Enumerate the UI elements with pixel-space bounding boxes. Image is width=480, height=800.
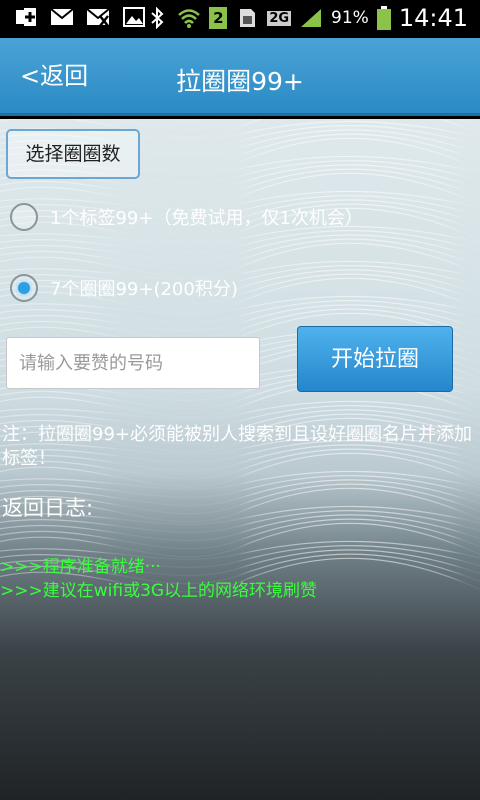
mail-off-icon <box>86 8 110 27</box>
option-1-tag[interactable]: 1个标签99+（免费试用，仅1次机会） <box>10 203 363 231</box>
start-button[interactable]: 开始拉圈 <box>297 326 453 392</box>
image-icon <box>123 7 145 27</box>
number-input[interactable] <box>6 337 260 389</box>
add-icon <box>16 8 36 26</box>
wifi-icon <box>178 9 201 28</box>
signal-icon <box>301 9 322 27</box>
note-text: 注：拉圈圈99+必须能被别人搜索到且设好圈圈名片并添加标签！ <box>2 424 472 469</box>
status-bar: 2 2G 91% 14:41 <box>0 0 480 38</box>
log-line: >>>建议在wifi或3G以上的网络环境刷赞 <box>0 581 318 601</box>
title-bar: <返回 拉圈圈99+ <box>0 38 480 116</box>
sim-icon: 2 <box>209 7 228 29</box>
select-circle-count-button[interactable]: 选择圈圈数 <box>6 129 140 179</box>
option-1-label: 1个标签99+（免费试用，仅1次机会） <box>50 208 363 229</box>
log-line: >>>程序准备就绪··· <box>0 557 161 577</box>
mail-icon <box>50 8 74 25</box>
bluetooth-icon <box>151 7 164 29</box>
battery-icon <box>376 6 391 30</box>
network-type-label: 2G <box>267 10 292 26</box>
option-7-circles[interactable]: 7个圈圈99+(200积分) <box>10 274 238 302</box>
battery-percent: 91% <box>331 8 369 28</box>
radio-option-2[interactable] <box>10 274 38 302</box>
content-area: 选择圈圈数 1个标签99+（免费试用，仅1次机会） 7个圈圈99+(200积分)… <box>0 119 480 800</box>
radio-option-1[interactable] <box>10 203 38 231</box>
sim-card-icon <box>240 9 256 27</box>
clock: 14:41 <box>398 4 468 32</box>
log-title: 返回日志: <box>2 496 94 520</box>
page-title: 拉圈圈99+ <box>176 67 304 96</box>
option-2-label: 7个圈圈99+(200积分) <box>50 279 238 300</box>
